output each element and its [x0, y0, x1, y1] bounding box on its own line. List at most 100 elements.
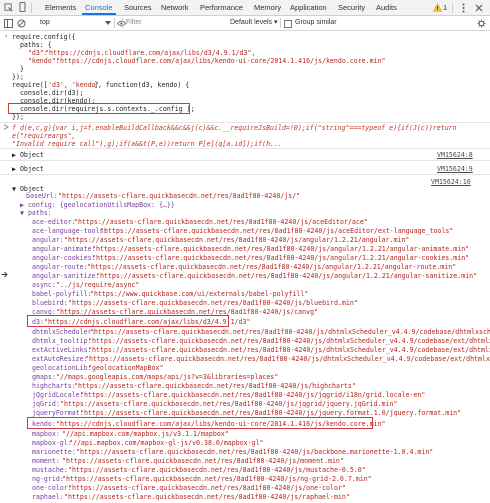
path-value: "geolocationMapBox"	[88, 364, 164, 372]
path-value: "https://assets-cflare.quickbasecdn.net/…	[64, 236, 410, 244]
expand-arrow-icon[interactable]	[0, 269, 8, 279]
row-divider	[0, 160, 490, 161]
path-value: "https://assets-cflare.quickbasecdn.net/…	[88, 337, 490, 345]
code-text: console.dir(d3);	[12, 89, 84, 97]
eye-icon[interactable]	[116, 18, 126, 28]
object-label[interactable]: ▶ Object	[12, 165, 44, 173]
path-row: angular-sanitize: "https://assets-cflare.…	[0, 272, 490, 280]
tree-value: "https://assets-cflare.quickbasecdn.net/…	[58, 192, 301, 200]
path-key: async:	[32, 281, 56, 289]
code-line: });	[0, 73, 490, 81]
chevron-down-icon[interactable]	[104, 18, 112, 28]
console-settings-gear-icon[interactable]	[476, 18, 486, 28]
path-key: bluebird:	[32, 299, 68, 307]
sidebar-toggle-icon[interactable]	[3, 18, 13, 28]
code-line: require.config({	[0, 33, 490, 41]
path-value: "https://assets-cflare.quickbasecdn.net/…	[92, 245, 470, 253]
tab-performance[interactable]: Performance	[197, 0, 246, 15]
code-string: "https://cdnjs.cloudflare.com/ajax/libs/…	[45, 49, 256, 57]
path-key: babel-polyfill:	[32, 290, 92, 298]
path-key: ace-language-tools:	[32, 227, 108, 235]
device-toolbar-icon[interactable]	[17, 2, 27, 12]
tab-sources[interactable]: Sources	[121, 0, 155, 15]
toolbar-divider	[114, 18, 115, 28]
path-value: "https://assets-cflare.quickbasecdn.net/…	[80, 409, 462, 417]
highlight-box-d3-path	[27, 315, 229, 327]
path-key: geolocationLib:	[32, 364, 92, 372]
path-key: angular-cookies:	[32, 254, 96, 262]
tree-key: baseUrl:	[26, 192, 58, 200]
tree-row[interactable]: ▼ paths:	[0, 209, 490, 217]
code-line: paths: {	[0, 41, 490, 49]
path-value: "//api.mapbox.com/mapbox.js/v3.1.1/mapbo…	[62, 430, 229, 438]
tree-key[interactable]: ▶ config: {geolocationUtilsMapBox: {…}}	[20, 201, 175, 209]
path-key: gmaps:	[32, 373, 56, 381]
tab-network[interactable]: Network	[158, 0, 192, 15]
log-levels-select[interactable]: Default levels ▾	[230, 17, 277, 29]
result-text: f d(e,c,g){var i,j=f.enableBuildCallback…	[12, 124, 457, 132]
tab-audits[interactable]: Audits	[373, 0, 400, 15]
source-link[interactable]: VM15624:8	[437, 151, 473, 159]
path-row: moment: "https://assets-cflare.quickbasec…	[0, 457, 490, 465]
code-string: 'd3', 'kendo'	[48, 81, 100, 89]
path-key: angular-animate:	[32, 245, 96, 253]
code-text: ], function(d3, kendo) {	[94, 81, 190, 89]
inspect-element-icon[interactable]	[3, 2, 13, 12]
path-key: jqGrid:	[32, 400, 60, 408]
close-icon[interactable]	[474, 2, 484, 13]
path-key: extActiveLinks:	[32, 346, 92, 354]
path-row: geolocationLib: "geolocationMapBox"	[0, 364, 490, 372]
path-row: extActiveLinks: "https://assets-cflare.qu…	[0, 346, 490, 354]
result-text: e("requireargs",	[12, 132, 76, 140]
devtools-tab-bar: Elements Console Sources Network Perform…	[0, 0, 490, 16]
row-divider	[0, 122, 490, 123]
tab-security[interactable]: Security	[335, 0, 368, 15]
path-key: marionette:	[32, 448, 76, 456]
group-similar-checkbox[interactable]	[284, 20, 292, 28]
path-value: "https://assets-cflare.quickbasecdn.net/…	[96, 272, 478, 280]
row-divider	[0, 174, 490, 175]
warning-count: 1	[443, 3, 448, 12]
object-row[interactable]: ▶ Object VM15624:9	[0, 165, 490, 173]
tree-key[interactable]: ▼ paths:	[20, 209, 52, 217]
code-line: });	[0, 113, 490, 121]
path-value: "https://assets-cflare.quickbasecdn.net/…	[68, 466, 366, 474]
path-key: angular-route:	[32, 263, 88, 271]
object-row[interactable]: ▶ Object VM15624:8	[0, 151, 490, 159]
path-value: "https://assets-cflare.quickbasecdn.net/…	[68, 484, 346, 492]
more-options-icon[interactable]	[458, 2, 468, 13]
path-row: dhtmlxScheduler: "https://assets-cflare.q…	[0, 328, 490, 336]
clear-console-icon[interactable]	[16, 18, 26, 28]
highlight-box-kendo-path	[27, 417, 373, 429]
context-select[interactable]: top	[40, 17, 50, 29]
path-key: mapbox-gl:	[32, 439, 72, 447]
path-row: dhtmlx_tooltip: "https://assets-cflare.qu…	[0, 337, 490, 345]
tab-divider	[31, 3, 32, 13]
path-value: "../js/require/async"	[56, 281, 140, 289]
path-row: bluebird: "https://assets-cflare.quickbas…	[0, 299, 490, 307]
path-key: one-color:	[32, 484, 72, 492]
tab-console[interactable]: Console	[82, 0, 116, 15]
path-row: extAutoResize: "https://assets-cflare.qui…	[0, 355, 490, 363]
tab-elements[interactable]: Elements	[42, 0, 79, 15]
source-link[interactable]: VM15624:9	[437, 165, 473, 173]
path-value: "https://assets-cflare.quickbasecdn.net/…	[100, 227, 454, 235]
path-value: "https://assets-cflare.quickbasecdn.net/…	[87, 263, 457, 271]
path-row: angular-animate: "https://assets-cflare.q…	[0, 245, 490, 253]
object-label[interactable]: ▶ Object	[12, 151, 44, 159]
console-toolbar: top Filter Default levels ▾ Group simila…	[0, 16, 490, 31]
path-key: mapbox:	[32, 430, 60, 438]
path-row: mapbox: "//api.mapbox.com/mapbox.js/v3.1.…	[0, 430, 490, 438]
path-key: raphael:	[32, 493, 64, 501]
path-key: dhtmlxScheduler:	[32, 328, 96, 336]
filter-input[interactable]: Filter	[126, 17, 226, 29]
toolbar-divider	[280, 18, 281, 28]
warning-icon[interactable]	[432, 2, 442, 13]
code-text: });	[12, 73, 24, 81]
path-row: ng-grid: "https://assets-cflare.quickbase…	[0, 475, 490, 483]
toolbar-divider	[122, 18, 123, 28]
tab-memory[interactable]: Memory	[251, 0, 284, 15]
path-value: "//api.mapbox.com/mapbox-gl-js/v0.38.0/m…	[69, 439, 264, 447]
tree-row[interactable]: ▶ config: {geolocationUtilsMapBox: {…}}	[0, 201, 490, 209]
tab-application[interactable]: Application	[287, 0, 330, 15]
